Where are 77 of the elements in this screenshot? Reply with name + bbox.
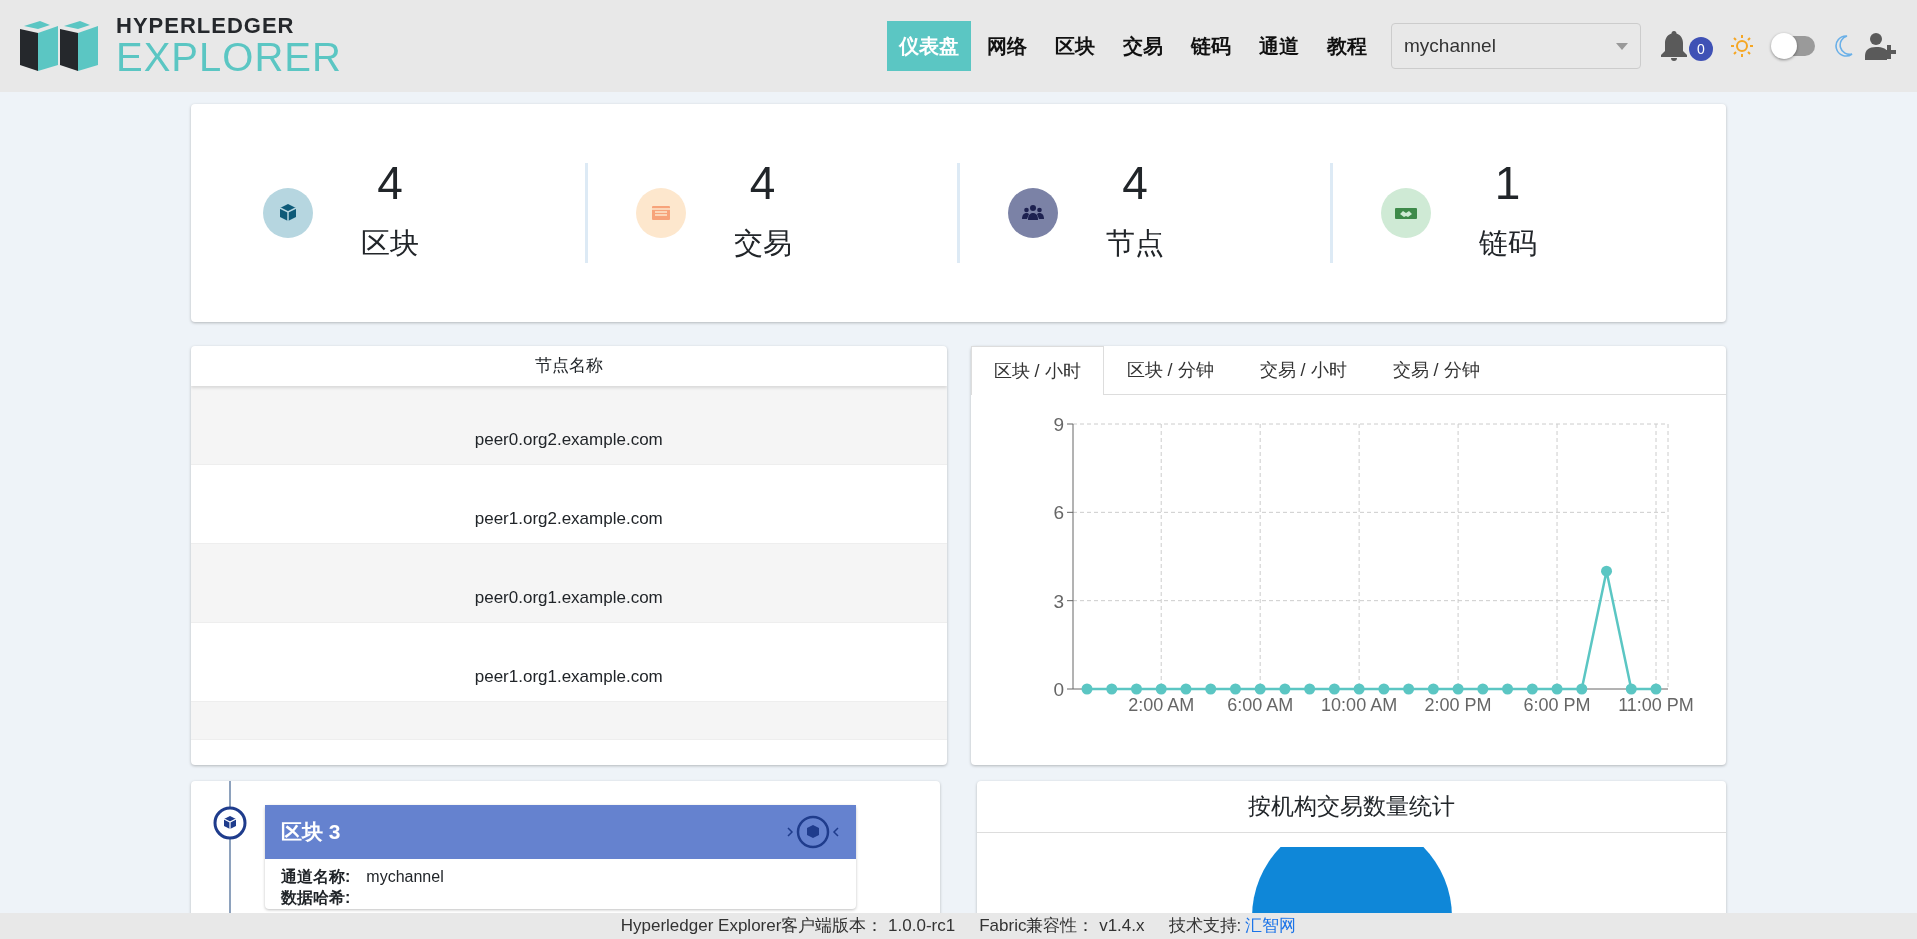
x-tick-label: 6:00 AM bbox=[1227, 695, 1294, 715]
block-icon bbox=[213, 806, 247, 840]
add-user-icon[interactable] bbox=[1865, 32, 1897, 60]
x-tick-label: 11:00 PM bbox=[1618, 695, 1695, 715]
field-label: 通道名称: bbox=[281, 867, 351, 887]
x-tick-label: 2:00 PM bbox=[1424, 695, 1492, 715]
bell-icon[interactable] bbox=[1661, 31, 1687, 61]
data-point bbox=[1551, 683, 1563, 695]
data-point bbox=[1576, 683, 1588, 695]
nav-item[interactable]: 交易 bbox=[1111, 21, 1175, 71]
chart-tab[interactable]: 交易 / 小时 bbox=[1236, 346, 1370, 394]
data-point bbox=[1279, 683, 1291, 695]
y-tick-label: 9 bbox=[1053, 414, 1065, 435]
nav-item[interactable]: 通道 bbox=[1247, 21, 1311, 71]
stat-label: 交易 bbox=[733, 226, 792, 262]
data-point bbox=[1353, 683, 1365, 695]
data-point bbox=[1230, 683, 1242, 695]
data-point bbox=[1155, 683, 1167, 695]
notification-badge: 0 bbox=[1689, 37, 1713, 61]
stat-label: 链码 bbox=[1478, 226, 1537, 262]
moon-icon bbox=[1835, 35, 1853, 57]
data-point bbox=[1329, 683, 1341, 695]
logo-icon bbox=[20, 21, 100, 71]
table-cell: peer0.org2.example.com bbox=[191, 386, 947, 465]
nav-item[interactable]: 教程 bbox=[1315, 21, 1379, 71]
sun-icon bbox=[1731, 35, 1753, 57]
logo-title: HYPERLEDGER bbox=[116, 15, 296, 37]
table-cell: peer0.org1.example.com bbox=[191, 544, 947, 623]
chart-title: 按机构交易数量统计 bbox=[977, 781, 1726, 833]
logo-subtitle: EXPLORER bbox=[116, 37, 342, 77]
data-point bbox=[1378, 683, 1390, 695]
chart-tab[interactable]: 区块 / 分钟 bbox=[1103, 346, 1237, 394]
chart-tab[interactable]: 交易 / 分钟 bbox=[1369, 346, 1503, 394]
x-tick-label: 6:00 PM bbox=[1523, 695, 1591, 715]
stat-value: 1 bbox=[1494, 160, 1521, 207]
data-point bbox=[1081, 683, 1093, 695]
data-point bbox=[1428, 683, 1440, 695]
block-icon bbox=[786, 815, 840, 849]
chart-tab[interactable]: 区块 / 小时 bbox=[970, 346, 1104, 395]
y-tick-label: 0 bbox=[1053, 679, 1065, 700]
stat-label: 区块 bbox=[361, 226, 419, 262]
stat-value: 4 bbox=[377, 160, 403, 207]
stat-value: 4 bbox=[1122, 160, 1148, 207]
column-header: 节点名称 bbox=[191, 346, 947, 386]
block-title: 区块 3 bbox=[281, 819, 341, 846]
data-point bbox=[1304, 683, 1316, 695]
data-point bbox=[1601, 565, 1613, 577]
data-point bbox=[1403, 683, 1415, 695]
data-point bbox=[1180, 683, 1192, 695]
theme-toggle[interactable] bbox=[1773, 36, 1815, 56]
footer-text: Fabric兼容性： v1.4.x bbox=[979, 915, 1145, 938]
x-tick-label: 2:00 AM bbox=[1128, 695, 1195, 715]
field-value: mychannel bbox=[366, 867, 444, 887]
data-point bbox=[1452, 683, 1464, 695]
x-tick-label: 10:00 AM bbox=[1321, 695, 1398, 715]
data-point bbox=[1527, 683, 1539, 695]
y-tick-label: 6 bbox=[1053, 502, 1065, 524]
data-point bbox=[1131, 683, 1143, 695]
nav-item[interactable]: 链码 bbox=[1179, 21, 1243, 71]
field-label: 数据哈希: bbox=[281, 887, 351, 908]
data-point bbox=[1626, 683, 1637, 695]
data-point bbox=[1502, 683, 1514, 695]
footer-text: Hyperledger Explorer客户端版本： 1.0.0-rc1 bbox=[620, 915, 956, 938]
support-link[interactable]: 汇智网 bbox=[1245, 913, 1297, 939]
channel-select[interactable]: mychannel bbox=[1391, 23, 1641, 69]
data-point bbox=[1106, 683, 1118, 695]
stat-value: 4 bbox=[749, 160, 776, 207]
y-tick-label: 3 bbox=[1053, 590, 1065, 612]
data-point bbox=[1477, 683, 1489, 695]
footer-text: 技术支持: bbox=[1168, 915, 1242, 938]
nav-item[interactable]: 区块 bbox=[1043, 21, 1107, 71]
data-point bbox=[1254, 683, 1266, 695]
data-point bbox=[1205, 683, 1217, 695]
stat-label: 节点 bbox=[1106, 226, 1164, 262]
data-point bbox=[1650, 683, 1662, 695]
caret-icon bbox=[1616, 42, 1628, 50]
nav-item[interactable]: 网络 bbox=[975, 21, 1039, 71]
